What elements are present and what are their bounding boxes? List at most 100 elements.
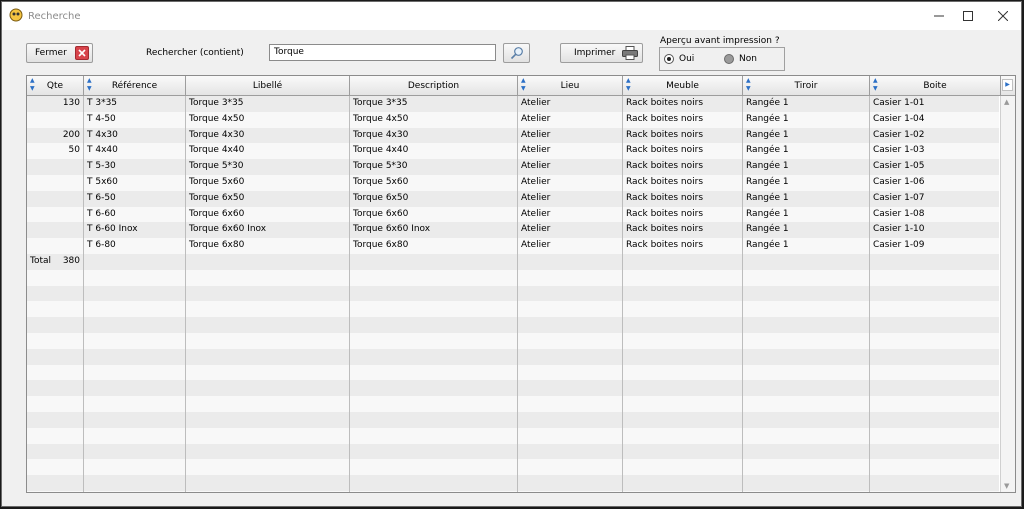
table-cell bbox=[186, 269, 350, 286]
table-cell bbox=[518, 459, 623, 476]
sort-icon[interactable]: ▲ ▼ bbox=[30, 77, 35, 93]
table-row[interactable]: T 4-50 Torque 4x50 Torque 4x50 Atelier Rack … bbox=[27, 111, 1001, 128]
maximize-button[interactable] bbox=[951, 2, 985, 30]
table-cell bbox=[870, 459, 1001, 476]
table-row[interactable] bbox=[27, 396, 1001, 412]
column-header-qte[interactable]: ▲ ▼ Qte bbox=[27, 76, 84, 96]
scroll-right-icon[interactable]: ▶ bbox=[1002, 79, 1013, 91]
table-cell bbox=[350, 348, 518, 365]
vertical-scrollbar[interactable]: ▲ ▼ bbox=[1000, 96, 1015, 492]
table-row[interactable]: 130 T 3*35 Torque 3*35 Torque 3*35 Atelier Ra… bbox=[27, 96, 1001, 112]
apercu-label: Aperçu avant impression ? bbox=[660, 36, 780, 46]
scroll-down-icon[interactable]: ▼ bbox=[1004, 482, 1009, 490]
table-row[interactable] bbox=[27, 411, 1001, 428]
table-row[interactable]: T 5x60 Torque 5x60 Torque 5x60 Atelier Rack … bbox=[27, 174, 1001, 191]
radio-oui[interactable]: Oui bbox=[664, 54, 694, 64]
table-cell: Torque 6x60 bbox=[350, 206, 518, 223]
table-cell bbox=[27, 206, 84, 223]
search-label: Rechercher (contient) bbox=[146, 48, 244, 58]
table-cell bbox=[743, 475, 870, 491]
table-row[interactable]: T 6-60 Torque 6x60 Torque 6x60 Atelier Rack … bbox=[27, 206, 1001, 223]
column-header-lieu[interactable]: ▲ ▼ Lieu bbox=[518, 76, 623, 96]
table-cell: Rack boites noirs bbox=[623, 111, 743, 128]
table-row[interactable] bbox=[27, 490, 1001, 492]
table-row[interactable] bbox=[27, 317, 1001, 333]
total-row[interactable]: Total 380 bbox=[27, 253, 1001, 270]
table-cell: Rangée 1 bbox=[743, 96, 870, 112]
search-input[interactable]: Torque bbox=[269, 44, 496, 61]
table-cell bbox=[743, 285, 870, 302]
table-row[interactable] bbox=[27, 301, 1001, 318]
table-row[interactable]: T 5-30 Torque 5*30 Torque 5*30 Atelier Rack … bbox=[27, 159, 1001, 175]
table-cell: T 4-50 bbox=[84, 111, 186, 128]
table-cell bbox=[27, 159, 84, 175]
table-cell bbox=[84, 253, 186, 270]
table-row[interactable] bbox=[27, 348, 1001, 365]
table-cell bbox=[84, 411, 186, 428]
column-header-description[interactable]: Description bbox=[350, 76, 518, 96]
table-cell bbox=[186, 459, 350, 476]
table-row[interactable]: T 6-80 Torque 6x80 Torque 6x80 Atelier Rack … bbox=[27, 238, 1001, 254]
table-cell bbox=[27, 490, 84, 492]
sort-icon[interactable]: ▲ ▼ bbox=[87, 77, 92, 93]
table-cell bbox=[518, 490, 623, 492]
table-cell bbox=[743, 396, 870, 412]
column-header-meuble[interactable]: ▲ ▼ Meuble bbox=[623, 76, 743, 96]
table-row[interactable] bbox=[27, 459, 1001, 476]
scroll-up-icon[interactable]: ▲ bbox=[1004, 98, 1009, 106]
table-cell bbox=[623, 490, 743, 492]
table-row[interactable] bbox=[27, 443, 1001, 460]
table-cell bbox=[186, 396, 350, 412]
table-cell bbox=[518, 348, 623, 365]
search-button[interactable] bbox=[503, 43, 530, 63]
table-row[interactable] bbox=[27, 285, 1001, 302]
table-row[interactable] bbox=[27, 364, 1001, 381]
table-row[interactable] bbox=[27, 475, 1001, 491]
sort-icon[interactable]: ▲ ▼ bbox=[521, 77, 526, 93]
table-row[interactable]: T 6-50 Torque 6x50 Torque 6x50 Atelier Rack … bbox=[27, 190, 1001, 207]
table-cell bbox=[350, 301, 518, 318]
table-cell bbox=[623, 285, 743, 302]
table-cell: Torque 6x50 bbox=[186, 190, 350, 207]
table-row[interactable] bbox=[27, 332, 1001, 349]
column-header-tiroir[interactable]: ▲ ▼ Tiroir bbox=[743, 76, 870, 96]
table-cell bbox=[743, 443, 870, 460]
table-row[interactable]: T 6-60 Inox Torque 6x60 Inox Torque 6x60 I… bbox=[27, 222, 1001, 239]
table-cell: Torque 3*35 bbox=[186, 96, 350, 112]
search-magnifier-icon bbox=[510, 47, 523, 60]
sort-icon[interactable]: ▲ ▼ bbox=[626, 77, 631, 93]
table-cell bbox=[84, 396, 186, 412]
table-cell: Casier 1-06 bbox=[870, 174, 1001, 191]
table-row[interactable] bbox=[27, 380, 1001, 397]
sort-icon[interactable]: ▲ ▼ bbox=[746, 77, 751, 93]
table-cell bbox=[84, 380, 186, 397]
table-cell: Torque 4x40 bbox=[350, 143, 518, 160]
sort-icon[interactable]: ▲ ▼ bbox=[873, 77, 878, 93]
table-cell bbox=[350, 285, 518, 302]
fermer-button[interactable]: Fermer bbox=[26, 43, 93, 63]
table-body: 130 T 3*35 Torque 3*35 Torque 3*35 Atelier Ra… bbox=[27, 96, 1001, 492]
table-cell bbox=[870, 396, 1001, 412]
table-row[interactable] bbox=[27, 427, 1001, 444]
table-cell bbox=[518, 411, 623, 428]
table-header: ▲ ▼ Qte ▲ ▼ Référence Libellé Description ▲ ▼… bbox=[27, 76, 1015, 96]
table-cell bbox=[27, 238, 84, 254]
table-row[interactable]: 50 T 4x40 Torque 4x40 Torque 4x40 Atelier Rac… bbox=[27, 143, 1001, 160]
table-cell: Atelier bbox=[518, 159, 623, 175]
column-header-reference[interactable]: ▲ ▼ Référence bbox=[84, 76, 186, 96]
column-header-libelle[interactable]: Libellé bbox=[186, 76, 350, 96]
table-cell bbox=[84, 364, 186, 381]
table-row[interactable] bbox=[27, 269, 1001, 286]
table-cell bbox=[350, 475, 518, 491]
column-header-boite[interactable]: ▲ ▼ Boite bbox=[870, 76, 1001, 96]
table-cell: Atelier bbox=[518, 206, 623, 223]
table-cell bbox=[518, 475, 623, 491]
table-cell bbox=[743, 301, 870, 318]
radio-non[interactable]: Non bbox=[724, 54, 757, 64]
table-cell bbox=[186, 475, 350, 491]
table-row[interactable]: 200 T 4x30 Torque 4x30 Torque 4x30 Atelier Ra… bbox=[27, 127, 1001, 144]
table-cell bbox=[186, 332, 350, 349]
imprimer-button[interactable]: Imprimer bbox=[560, 43, 643, 63]
close-button[interactable] bbox=[986, 2, 1020, 30]
table-cell: Atelier bbox=[518, 111, 623, 128]
